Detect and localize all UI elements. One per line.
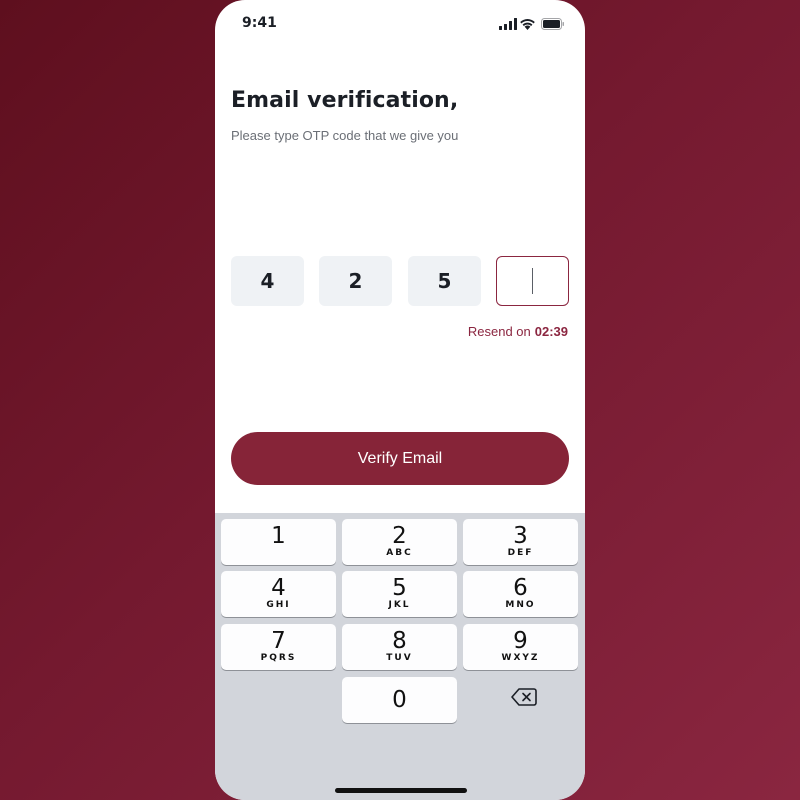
key-0[interactable]: 0 — [342, 677, 457, 723]
key-letters: MNO — [505, 600, 536, 610]
key-digit: 8 — [392, 628, 407, 654]
otp-input-1[interactable]: 4 — [231, 256, 304, 306]
key-digit: 1 — [271, 523, 286, 549]
signal-icon — [499, 17, 517, 30]
key-6[interactable]: 6 MNO — [463, 571, 578, 617]
verify-email-button[interactable]: Verify Email — [231, 432, 569, 485]
key-letters: WXYZ — [501, 653, 540, 663]
numeric-keypad: 1 2 ABC 3 DEF 4 GHI 5 JKL 6 MNO 7 PQRS 8… — [215, 513, 585, 800]
resend-timer: 02:39 — [534, 324, 568, 339]
key-letters: PQRS — [260, 653, 297, 663]
resend-label: Resend on — [467, 324, 531, 339]
key-digit: 6 — [513, 575, 528, 601]
home-indicator — [335, 788, 467, 793]
key-1[interactable]: 1 — [221, 519, 336, 565]
battery-icon — [541, 17, 565, 30]
wifi-icon — [519, 17, 536, 30]
page-title: Email verification, — [231, 88, 459, 113]
key-9[interactable]: 9 WXYZ — [463, 624, 578, 670]
otp-input-2[interactable]: 2 — [319, 256, 392, 306]
key-digit: 4 — [271, 575, 286, 601]
resend-countdown: Resend on 02:39 — [468, 324, 568, 339]
key-digit: 3 — [513, 523, 528, 549]
key-digit: 0 — [392, 687, 407, 713]
status-bar: 9:41 — [215, 0, 585, 48]
key-3[interactable]: 3 DEF — [463, 519, 578, 565]
key-2[interactable]: 2 ABC — [342, 519, 457, 565]
phone-screen: 9:41 Email verification, Please type OTP… — [215, 0, 585, 800]
key-7[interactable]: 7 PQRS — [221, 624, 336, 670]
otp-input-3[interactable]: 5 — [408, 256, 481, 306]
key-4[interactable]: 4 GHI — [221, 571, 336, 617]
key-letters: GHI — [266, 600, 291, 610]
backspace-icon[interactable] — [511, 687, 537, 707]
key-digit: 7 — [271, 628, 286, 654]
key-letters: JKL — [388, 600, 411, 610]
key-digit: 5 — [392, 575, 407, 601]
key-digit: 2 — [392, 523, 407, 549]
page-subtitle: Please type OTP code that we give you — [231, 128, 459, 143]
key-letters: ABC — [386, 548, 413, 558]
text-cursor — [531, 268, 534, 294]
key-8[interactable]: 8 TUV — [342, 624, 457, 670]
key-5[interactable]: 5 JKL — [342, 571, 457, 617]
status-time: 9:41 — [242, 15, 277, 31]
key-letters: DEF — [507, 548, 534, 558]
key-digit: 9 — [513, 628, 528, 654]
otp-input-4[interactable] — [496, 256, 569, 306]
key-letters: TUV — [386, 653, 413, 663]
